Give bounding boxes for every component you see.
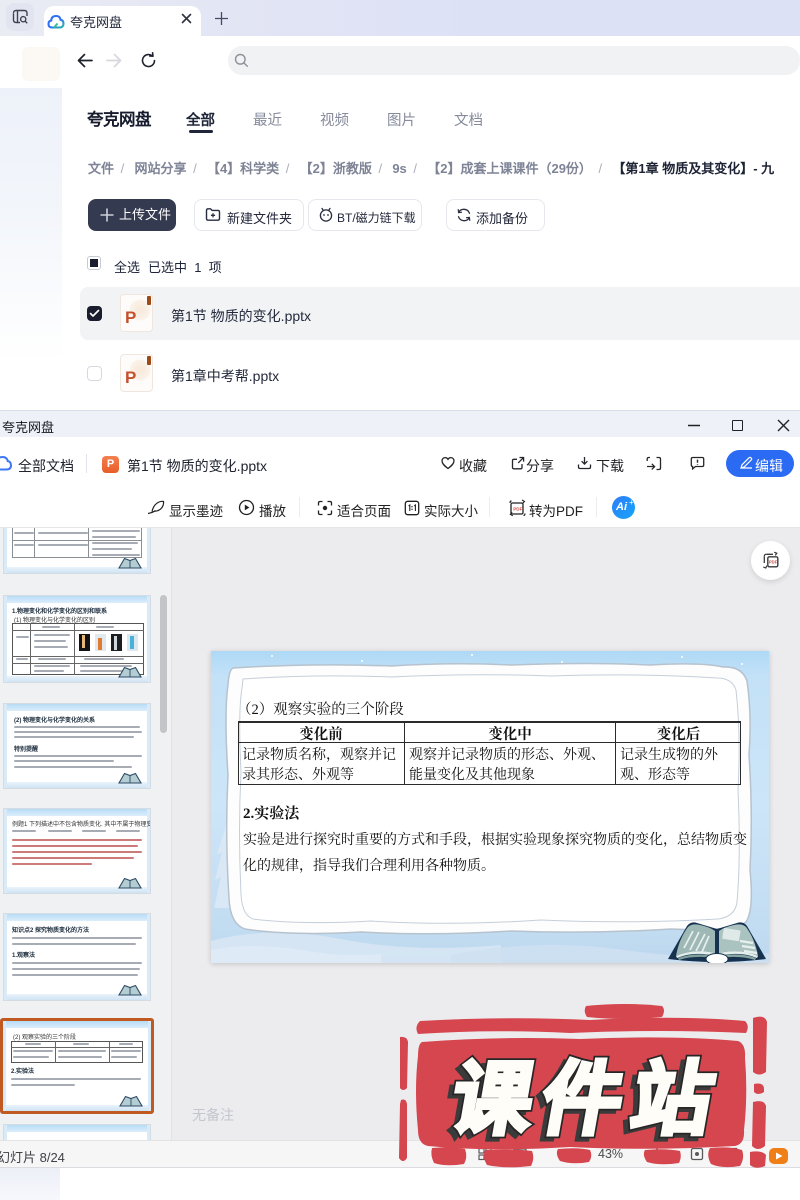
svg-text:PDF: PDF <box>513 507 522 512</box>
svg-text:PDF: PDF <box>769 560 778 565</box>
svg-text:课件站: 课件站 <box>445 1056 731 1145</box>
